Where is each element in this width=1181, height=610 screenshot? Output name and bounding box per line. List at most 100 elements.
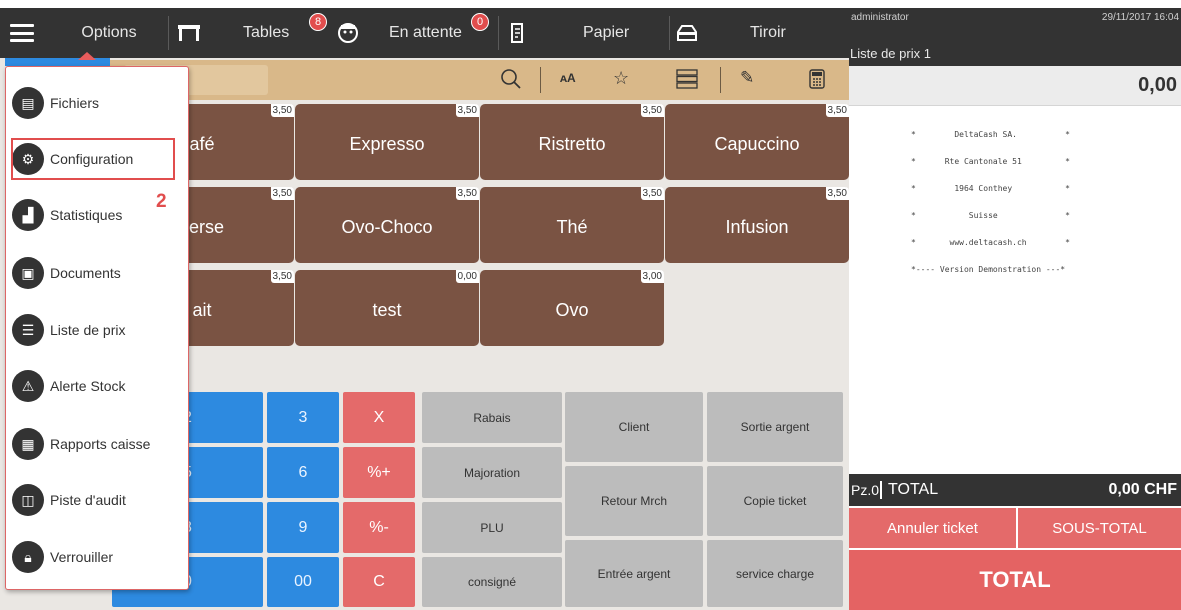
product-name: test	[372, 300, 402, 320]
copy-ticket-button[interactable]: Copie ticket	[707, 466, 843, 536]
product-price: 3,50	[270, 104, 294, 117]
price-list-name[interactable]: Liste de prix 1	[850, 46, 931, 61]
menu-item-documents[interactable]: ▣ Documents	[12, 253, 121, 293]
key-9[interactable]: 9	[267, 502, 339, 553]
key-multiply[interactable]: X	[343, 392, 415, 443]
key-percent-plus[interactable]: %+	[343, 447, 415, 498]
total-button[interactable]: TOTAL	[849, 550, 1181, 610]
search-icon[interactable]	[500, 68, 522, 90]
key-clear[interactable]: C	[343, 557, 415, 607]
product-name: Ovo-Choco	[341, 217, 433, 237]
menu-item-statistics[interactable]: ▟ Statistiques	[12, 195, 122, 235]
tables-count-badge: 8	[309, 13, 327, 31]
step-marker: 2	[156, 191, 167, 212]
key-6[interactable]: 6	[267, 447, 339, 498]
key-00[interactable]: 00	[267, 557, 339, 607]
menu-item-label: Rapports caisse	[50, 436, 151, 452]
menu-item-lock[interactable]: 🔒︎ Verrouiller	[12, 537, 113, 577]
product-tile[interactable]: Infusion 3,50	[665, 187, 849, 263]
document-icon: ▣	[12, 257, 44, 289]
tables-button[interactable]: Tables 8	[169, 8, 333, 58]
menu-item-files[interactable]: ▤ Fichiers	[12, 83, 99, 123]
service-charge-button[interactable]: service charge	[707, 540, 843, 607]
drawer-button[interactable]: Tiroir	[670, 8, 840, 58]
cash-register-icon: ▦	[12, 428, 44, 460]
warning-icon: ⚠	[12, 370, 44, 402]
tape-icon: ◫	[12, 484, 44, 516]
surcharge-button[interactable]: Majoration	[422, 447, 562, 498]
drawer-icon	[677, 25, 697, 41]
options-button[interactable]: Options	[50, 8, 168, 58]
key-percent-minus[interactable]: %-	[343, 502, 415, 553]
receipt-line: * www.deltacash.ch *	[911, 238, 1070, 247]
menu-item-label: Statistiques	[50, 207, 123, 223]
options-menu: ▤ Fichiers ⚙ Configuration ▟ Statistique…	[5, 66, 189, 590]
menu-item-audit-trail[interactable]: ◫ Piste d'audit	[12, 480, 126, 520]
receipt-line: *---- Version Demonstration ---*	[911, 265, 1066, 274]
cancel-ticket-button[interactable]: Annuler ticket	[849, 508, 1016, 548]
product-tile[interactable]: test 0,00	[295, 270, 479, 346]
date-time: 29/11/2017 16:04	[1101, 12, 1179, 23]
receipt-line: * DeltaCash SA. *	[911, 130, 1070, 139]
cash-in-button[interactable]: Entrée argent	[565, 540, 703, 607]
table-icon	[178, 25, 200, 41]
paper-label: Papier	[583, 24, 630, 41]
highlight-box	[11, 138, 175, 180]
deposit-button[interactable]: consigné	[422, 557, 562, 607]
paper-button[interactable]: Papier	[499, 8, 669, 58]
hamburger-icon	[10, 24, 34, 42]
menu-item-label: Alerte Stock	[50, 378, 126, 394]
key-3[interactable]: 3	[267, 392, 339, 443]
top-strip	[0, 0, 1181, 8]
discount-button[interactable]: Rabais	[422, 392, 562, 443]
face-icon	[338, 23, 358, 43]
product-tile[interactable]: Ovo 3,00	[480, 270, 664, 346]
menu-item-label: Liste de prix	[50, 322, 126, 338]
top-bar: Options Tables 8 En attente 0 Papier Tir…	[0, 8, 849, 58]
product-name: Ovo	[555, 300, 589, 320]
product-tile[interactable]: Thé 3,50	[480, 187, 664, 263]
lock-icon: 🔒︎	[12, 541, 44, 573]
amount-display: 0,00	[849, 66, 1181, 106]
receipt-icon	[511, 23, 523, 43]
price-list-icon: ☰	[12, 314, 44, 346]
product-tile[interactable]: Ristretto 3,50	[480, 104, 664, 180]
files-icon: ▤	[12, 87, 44, 119]
waiting-count-badge: 0	[471, 13, 489, 31]
total-amount: 0,00 CHF	[1108, 481, 1177, 498]
waiting-button[interactable]: En attente 0	[333, 8, 498, 58]
product-price: 3,50	[825, 187, 849, 200]
calculator-icon[interactable]	[809, 69, 825, 89]
ticket-panel: administrator 29/11/2017 16:04 Liste de …	[849, 8, 1181, 610]
menu-item-price-list[interactable]: ☰ Liste de prix	[12, 310, 125, 350]
menu-button[interactable]	[0, 8, 50, 58]
product-price: 0,00	[455, 270, 479, 283]
font-size-icon[interactable]: ᴀA	[560, 71, 576, 85]
list-icon[interactable]	[676, 69, 698, 89]
drawer-label: Tiroir	[750, 24, 786, 41]
client-button[interactable]: Client	[565, 392, 703, 462]
divider	[540, 67, 541, 93]
product-tile[interactable]: Expresso 3,50	[295, 104, 479, 180]
product-tile[interactable]: Ovo-Choco 3,50	[295, 187, 479, 263]
divider	[720, 67, 721, 93]
waiting-label: En attente	[389, 24, 462, 41]
return-goods-button[interactable]: Retour Mrch	[565, 466, 703, 536]
subtotal-button[interactable]: SOUS-TOTAL	[1018, 508, 1181, 548]
menu-item-stock-alert[interactable]: ⚠ Alerte Stock	[12, 366, 125, 406]
plu-button[interactable]: PLU	[422, 502, 562, 553]
menu-item-label: Fichiers	[50, 95, 100, 111]
pencil-icon[interactable]: ✎	[740, 68, 754, 88]
pos-screen: Options Tables 8 En attente 0 Papier Tir…	[0, 0, 1181, 610]
cash-out-button[interactable]: Sortie argent	[707, 392, 843, 462]
product-name: Expresso	[349, 134, 425, 154]
cursor-bar	[880, 481, 883, 499]
menu-item-label: Documents	[50, 265, 121, 281]
product-tile[interactable]: Capuccino 3,50	[665, 104, 849, 180]
receipt-line: * 1964 Conthey *	[911, 184, 1070, 193]
product-price: 3,50	[825, 104, 849, 117]
product-name: Capuccino	[714, 134, 800, 154]
action-bar: ᴀA ☆ ✎	[110, 60, 849, 100]
menu-item-cash-reports[interactable]: ▦ Rapports caisse	[12, 424, 150, 464]
star-icon[interactable]: ☆	[613, 68, 629, 89]
